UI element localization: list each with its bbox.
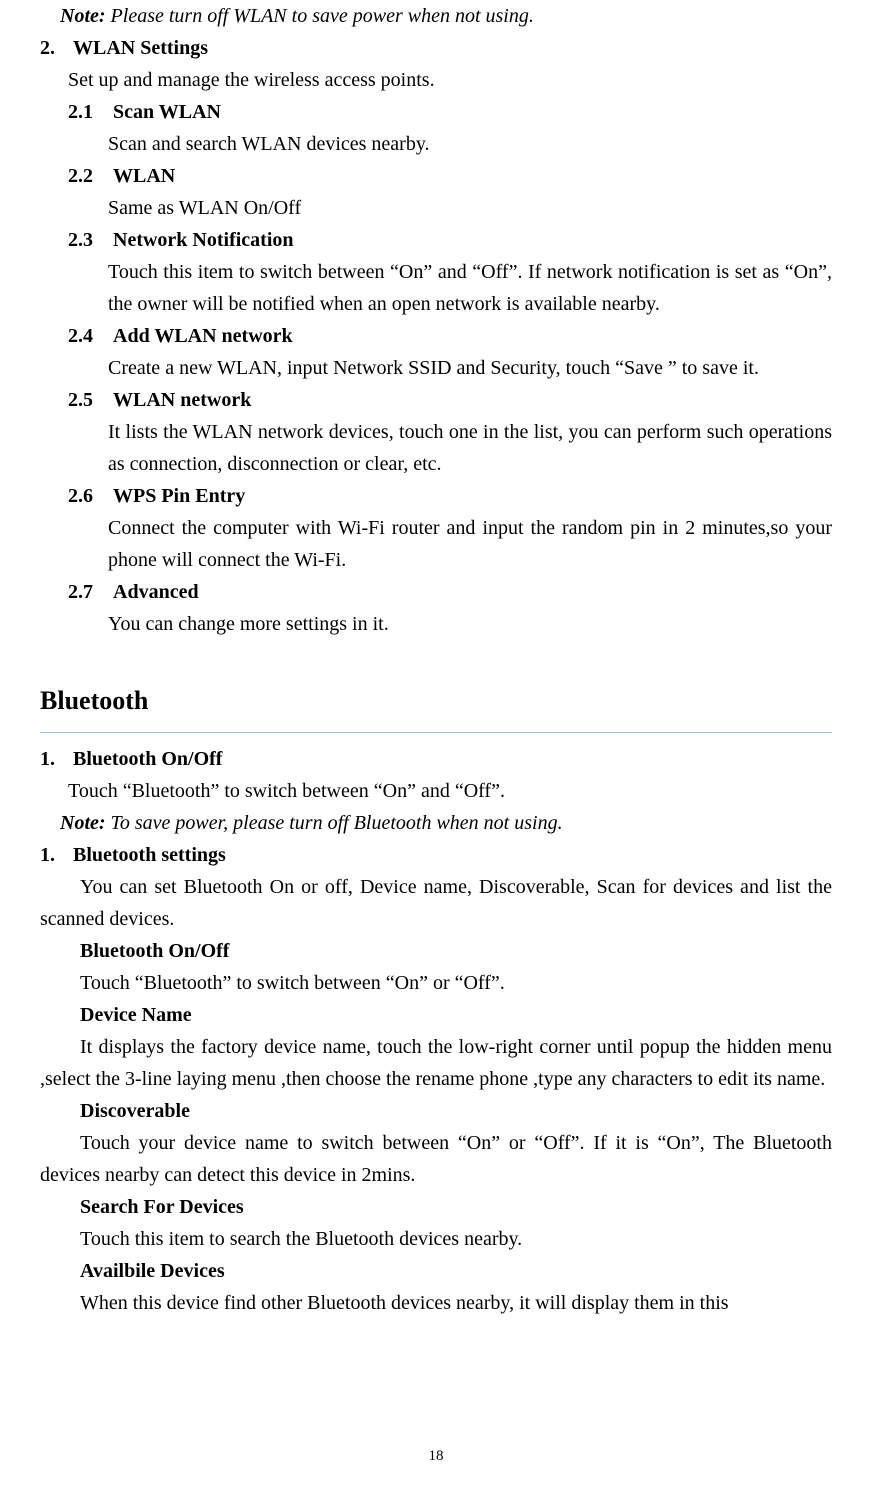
add-wlan-title: Add WLAN network: [113, 325, 293, 347]
wlan-settings-body: Set up and manage the wireless access po…: [68, 64, 832, 96]
advanced-title: Advanced: [113, 581, 199, 603]
wlan-network-body: It lists the WLAN network devices, touch…: [108, 416, 832, 480]
bt-note-text: To save power, please turn off Bluetooth…: [111, 812, 563, 834]
wps-pin-body: Connect the computer with Wi-Fi router a…: [108, 512, 832, 576]
page-number: 18: [0, 1444, 872, 1468]
bt-onoff-num: 1.: [40, 743, 68, 775]
bt-sub-discover-body: Touch your device name to switch between…: [40, 1127, 832, 1191]
bt-sub-search-title: Search For Devices: [80, 1191, 832, 1223]
wlan-num: 2.2: [68, 160, 108, 192]
advanced-num: 2.7: [68, 576, 108, 608]
wlan-network-title: WLAN network: [113, 389, 251, 411]
wlan-title: WLAN: [113, 165, 175, 187]
bt-sub-discover: Discoverable: [80, 1095, 832, 1127]
network-notif-item: 2.3 Network Notification: [68, 224, 832, 256]
bt-settings-body: You can set Bluetooth On or off, Device …: [40, 871, 832, 935]
scan-wlan-item: 2.1 Scan WLAN: [68, 96, 832, 128]
network-notif-body: Touch this item to switch between “On” a…: [108, 256, 832, 320]
bt-note: Note: To save power, please turn off Blu…: [60, 807, 832, 839]
bt-sub-onoff-body: Touch “Bluetooth” to switch between “On”…: [80, 967, 832, 999]
bt-onoff-title: Bluetooth On/Off: [73, 748, 222, 770]
wlan-network-num: 2.5: [68, 384, 108, 416]
bt-sub-devname-title: Device Name: [80, 999, 832, 1031]
advanced-body: You can change more settings in it.: [108, 608, 832, 640]
scan-wlan-body: Scan and search WLAN devices nearby.: [108, 128, 832, 160]
bt-note-label: Note:: [60, 812, 106, 834]
bt-settings-item: 1. Bluetooth settings: [40, 839, 832, 871]
add-wlan-body: Create a new WLAN, input Network SSID an…: [108, 352, 832, 384]
advanced-item: 2.7 Advanced: [68, 576, 832, 608]
bt-onoff-body: Touch “Bluetooth” to switch between “On”…: [68, 775, 832, 807]
bt-sub-search-body: Touch this item to search the Bluetooth …: [80, 1223, 832, 1255]
wps-pin-item: 2.6 WPS Pin Entry: [68, 480, 832, 512]
wlan-note-text: Please turn off WLAN to save power when …: [111, 5, 534, 27]
bt-sub-onoff-title: Bluetooth On/Off: [80, 935, 832, 967]
bt-sub-avail: Availbile Devices When this device find …: [80, 1255, 832, 1319]
bt-onoff-item: 1. Bluetooth On/Off: [40, 743, 832, 775]
bt-settings-title: Bluetooth settings: [73, 844, 226, 866]
wlan-network-item: 2.5 WLAN network: [68, 384, 832, 416]
bt-sub-avail-title: Availbile Devices: [80, 1255, 832, 1287]
wlan-settings-item: 2. WLAN Settings: [40, 32, 832, 64]
bt-sub-devname: Device Name: [80, 999, 832, 1031]
wlan-note: Note: Please turn off WLAN to save power…: [60, 0, 832, 32]
bluetooth-divider: [40, 732, 832, 733]
bt-sub-avail-body: When this device find other Bluetooth de…: [80, 1287, 832, 1319]
wlan-note-label: Note:: [60, 5, 106, 27]
wps-pin-title: WPS Pin Entry: [113, 485, 245, 507]
add-wlan-num: 2.4: [68, 320, 108, 352]
bt-sub-discover-title: Discoverable: [80, 1095, 832, 1127]
wlan-settings-title: WLAN Settings: [73, 37, 208, 59]
wlan-settings-num: 2.: [40, 32, 68, 64]
wps-pin-num: 2.6: [68, 480, 108, 512]
wlan-item: 2.2 WLAN: [68, 160, 832, 192]
scan-wlan-num: 2.1: [68, 96, 108, 128]
bt-sub-search: Search For Devices Touch this item to se…: [80, 1191, 832, 1255]
network-notif-num: 2.3: [68, 224, 108, 256]
bt-settings-num: 1.: [40, 839, 68, 871]
network-notif-title: Network Notification: [113, 229, 294, 251]
add-wlan-item: 2.4 Add WLAN network: [68, 320, 832, 352]
wlan-body: Same as WLAN On/Off: [108, 192, 832, 224]
bt-sub-onoff: Bluetooth On/Off Touch “Bluetooth” to sw…: [80, 935, 832, 999]
bt-sub-devname-body: It displays the factory device name, tou…: [40, 1031, 832, 1095]
bluetooth-heading: Bluetooth: [40, 680, 832, 722]
scan-wlan-title: Scan WLAN: [113, 101, 221, 123]
